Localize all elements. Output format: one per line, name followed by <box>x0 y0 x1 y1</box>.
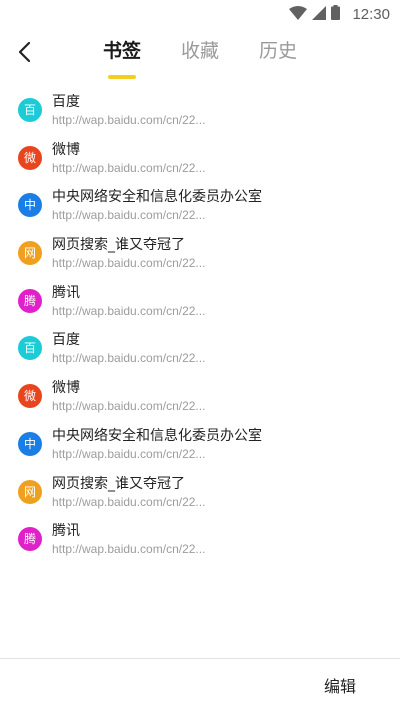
back-arrow-icon <box>17 41 31 67</box>
bookmark-title: 腾讯 <box>52 523 80 540</box>
site-avatar-icon: 百 <box>18 98 42 122</box>
header: 书签 收藏 历史 <box>0 28 400 84</box>
site-avatar-icon: 中 <box>18 431 42 456</box>
bookmark-url: http://wap.baidu.com/cn/22... <box>52 446 206 461</box>
tab-label: 历史 <box>258 40 297 62</box>
bookmark-url: http://wap.baidu.com/cn/22... <box>52 160 206 175</box>
tab-bar: 书签 收藏 历史 <box>100 36 300 80</box>
bookmark-title: 中央网络安全和信息化委员办公室 <box>52 427 262 444</box>
edit-button[interactable]: 编辑 <box>324 673 356 697</box>
bookmark-title: 微博 <box>52 380 80 397</box>
site-avatar-icon: 网 <box>18 479 42 504</box>
status-time: 12:30 <box>352 5 390 23</box>
bookmark-title: 微博 <box>52 141 80 158</box>
bookmark-title: 中央网络安全和信息化委员办公室 <box>52 189 262 206</box>
wifi-icon <box>289 5 308 24</box>
site-avatar-icon: 腾 <box>18 288 42 313</box>
bookmark-title: 腾讯 <box>52 284 80 301</box>
active-tab-indicator <box>108 75 136 79</box>
bookmark-title: 网页搜索_谁又夺冠了 <box>52 475 185 492</box>
bookmark-url: http://wap.baidu.com/cn/22... <box>52 303 206 318</box>
tab-label: 书签 <box>102 40 141 62</box>
bookmark-title: 百度 <box>52 94 80 110</box>
bookmark-list: 百 百度 http://wap.baidu.com/cn/22... 微 微博 … <box>0 86 400 563</box>
site-avatar-icon: 网 <box>18 241 42 266</box>
status-icons <box>289 4 341 24</box>
bookmark-url: http://wap.baidu.com/cn/22... <box>52 351 206 366</box>
bottom-bar: 编辑 <box>0 658 400 711</box>
tab-history[interactable]: 历史 <box>256 36 300 66</box>
site-avatar-icon: 微 <box>18 145 42 170</box>
back-button[interactable] <box>10 38 38 70</box>
bookmark-url: http://wap.baidu.com/cn/22... <box>52 494 206 509</box>
tab-favorites[interactable]: 收藏 <box>178 36 222 66</box>
bookmark-url: http://wap.baidu.com/cn/22... <box>52 113 206 127</box>
bookmark-url: http://wap.baidu.com/cn/22... <box>52 399 206 414</box>
bookmark-title: 网页搜索_谁又夺冠了 <box>52 237 185 254</box>
battery-icon <box>331 4 341 24</box>
bookmark-item[interactable]: 网 网页搜索_谁又夺冠了 http://wap.baidu.com/cn/22.… <box>0 229 400 277</box>
site-avatar-icon: 微 <box>18 384 42 409</box>
tab-label: 收藏 <box>180 40 219 62</box>
bookmark-item[interactable]: 网 网页搜索_谁又夺冠了 http://wap.baidu.com/cn/22.… <box>0 468 400 516</box>
bookmark-url: http://wap.baidu.com/cn/22... <box>52 542 206 557</box>
status-bar: 12:30 <box>0 0 400 28</box>
bookmark-item[interactable]: 中 中央网络安全和信息化委员办公室 http://wap.baidu.com/c… <box>0 420 400 468</box>
site-avatar-icon: 百 <box>18 336 42 361</box>
bookmark-item[interactable]: 中 中央网络安全和信息化委员办公室 http://wap.baidu.com/c… <box>0 181 400 229</box>
cellular-signal-icon <box>312 5 327 24</box>
bookmark-item[interactable]: 腾 腾讯 http://wap.baidu.com/cn/22... <box>0 277 400 325</box>
tab-bookmarks[interactable]: 书签 <box>100 36 144 79</box>
bookmark-title: 百度 <box>52 332 80 349</box>
bookmarks-screen: 12:30 书签 收藏 历史 百 百度 http://wap.baidu.com… <box>0 0 400 711</box>
bookmark-item[interactable]: 百 百度 http://wap.baidu.com/cn/22... <box>0 86 400 134</box>
site-avatar-icon: 中 <box>18 193 42 218</box>
bookmark-item[interactable]: 百 百度 http://wap.baidu.com/cn/22... <box>0 324 400 372</box>
bookmark-item[interactable]: 微 微博 http://wap.baidu.com/cn/22... <box>0 134 400 182</box>
bookmark-item[interactable]: 腾 腾讯 http://wap.baidu.com/cn/22... <box>0 515 400 563</box>
bookmark-item[interactable]: 微 微博 http://wap.baidu.com/cn/22... <box>0 372 400 420</box>
bookmark-url: http://wap.baidu.com/cn/22... <box>52 256 206 271</box>
site-avatar-icon: 腾 <box>18 527 42 552</box>
bookmark-url: http://wap.baidu.com/cn/22... <box>52 208 206 223</box>
